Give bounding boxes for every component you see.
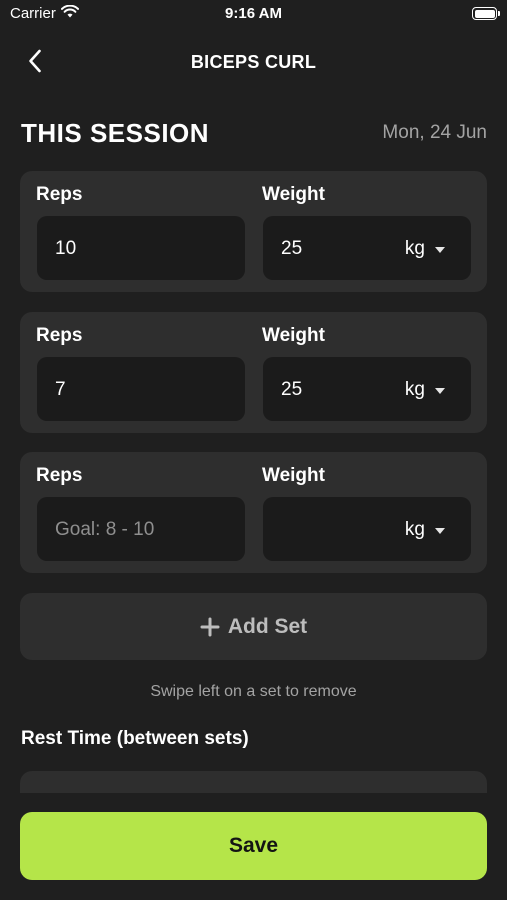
caret-down-icon: [435, 388, 445, 394]
unit-label: kg: [404, 519, 425, 540]
reps-label: Reps: [36, 465, 83, 486]
save-button[interactable]: Save: [20, 812, 487, 880]
session-header: THIS SESSION Mon, 24 Jun: [21, 116, 487, 152]
rest-time-label: Rest Time (between sets): [21, 728, 249, 749]
reps-input[interactable]: 10: [37, 216, 245, 280]
swipe-hint: Swipe left on a set to remove: [150, 683, 357, 700]
reps-placeholder: Goal: 8 - 10: [55, 519, 155, 540]
weight-value: 25: [281, 379, 303, 400]
unit-select[interactable]: kg: [405, 519, 445, 541]
reps-input[interactable]: 7: [37, 357, 245, 421]
session-title: THIS SESSION: [21, 118, 210, 148]
caret-down-icon: [435, 247, 445, 253]
weight-input[interactable]: 25 kg: [263, 357, 471, 421]
reps-label: Reps: [36, 325, 83, 346]
set-card-3[interactable]: Reps Weight Goal: 8 - 10 kg: [20, 452, 487, 573]
set-card-2[interactable]: Reps Weight 7 25 kg: [20, 312, 487, 433]
weight-input[interactable]: kg: [263, 497, 471, 561]
page-title: BICEPS CURL: [190, 52, 317, 72]
status-time: 9:16 AM: [225, 5, 282, 22]
reps-label: Reps: [36, 184, 83, 205]
unit-select[interactable]: kg: [405, 238, 445, 260]
reps-value: 10: [55, 238, 77, 259]
nav-bar: BICEPS CURL: [0, 38, 507, 84]
weight-label: Weight: [262, 325, 325, 346]
rest-time-card[interactable]: [20, 771, 487, 793]
unit-select[interactable]: kg: [405, 379, 445, 401]
unit-label: kg: [404, 238, 425, 259]
session-date: Mon, 24 Jun: [382, 122, 487, 143]
reps-input[interactable]: Goal: 8 - 10: [37, 497, 245, 561]
weight-label: Weight: [262, 465, 325, 486]
battery-icon: [472, 7, 500, 20]
set-card-1[interactable]: Reps Weight 10 25 kg: [20, 171, 487, 292]
unit-label: kg: [404, 379, 425, 400]
caret-down-icon: [435, 528, 445, 534]
save-label: Save: [228, 834, 279, 857]
weight-input[interactable]: 25 kg: [263, 216, 471, 280]
add-set-button[interactable]: Add Set: [20, 593, 487, 660]
status-bar: Carrier 9:16 AM: [0, 0, 507, 30]
plus-icon: [200, 617, 220, 636]
reps-value: 7: [55, 379, 66, 400]
weight-label: Weight: [262, 184, 325, 205]
add-set-label: Add Set: [227, 614, 308, 638]
weight-value: 25: [281, 238, 303, 259]
